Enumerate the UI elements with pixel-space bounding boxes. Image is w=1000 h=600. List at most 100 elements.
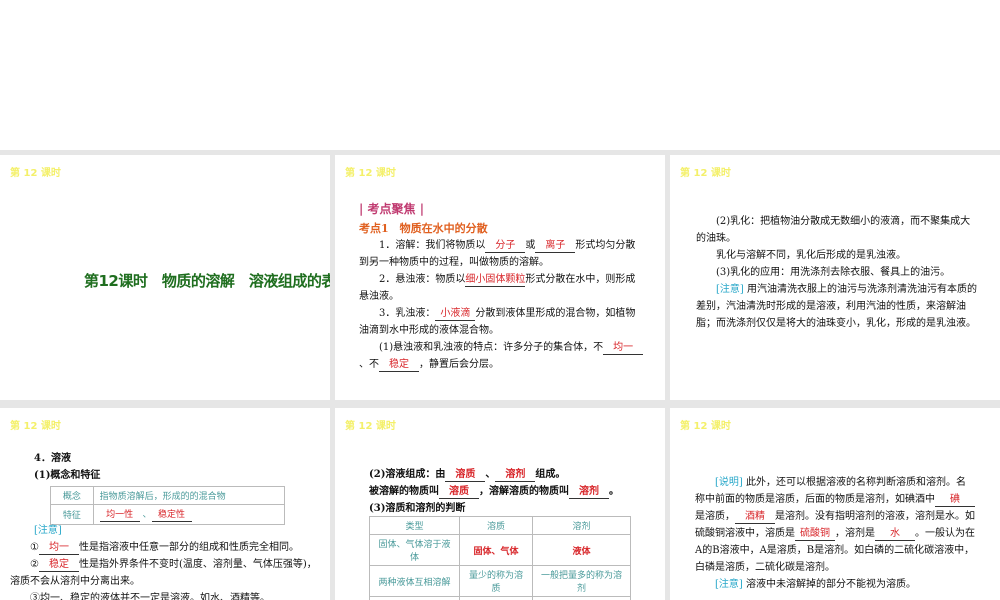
lesson-label: 第 12 课时 xyxy=(345,421,396,432)
paragraph: (2)乳化：把植物油分散成无数细小的液滴，而不聚集成大的油珠。 xyxy=(696,213,980,247)
table-cell: 指物质溶解后，形成的的混合物 xyxy=(92,486,286,505)
lesson-label: 第 12 课时 xyxy=(345,168,396,179)
table-header-row: 类型 溶质 溶剂 xyxy=(369,516,631,535)
answer-blank: 溶剂 xyxy=(569,486,609,499)
text-segment: 乳化与溶解不同，乳化后形成的是乳浊液。 xyxy=(716,250,906,261)
table-row: 概念 指物质溶解后，形成的的混合物 xyxy=(50,486,286,505)
table-header: 溶剂 xyxy=(532,516,631,535)
text-segment: 、不 xyxy=(359,359,379,370)
paragraph: (1)悬浊液和乳浊液的特点：许多分子的集合体，不 均一、不 稳定 ，静置后会分层。 xyxy=(359,339,645,373)
text-segment: 性是指溶液中任意一部分的组成和性质完全相同。 xyxy=(78,542,299,553)
concept-table: 概念 指物质溶解后，形成的的混合物 特征 均一性 、稳定性 xyxy=(50,486,286,525)
paragraphs: [说明] 此外，还可以根据溶液的名称判断溶质和溶剂。名称中前面的物质是溶质，后面… xyxy=(695,474,975,593)
text-segment: ，溶解溶质的物质叫 xyxy=(479,486,569,497)
table-cell: 水 xyxy=(532,596,631,600)
table-cell: 固体、气体溶于液体 xyxy=(369,534,460,566)
paragraph: ① 均一 性是指溶液中任意一部分的组成和性质完全相同。 xyxy=(10,539,322,556)
text-segment: ，静置后会分层。 xyxy=(419,359,499,370)
text-segment: (2)乳化：把植物油分散成无数细小的液滴，而不聚集成大的油珠。 xyxy=(696,216,971,244)
solute-solvent-table: 类型 溶质 溶剂 固体、气体溶于液体 固体、气体 液体 两种液体互相溶解 量少的称为溶质 一般把… xyxy=(369,516,631,600)
table-cell: 由水形成的溶液 xyxy=(369,596,460,600)
paragraph: ② 稳定 性是指外界条件不变时(温度、溶剂量、气体压强等)，溶质不会从溶剂中分离出来… xyxy=(10,556,322,590)
answer-blank: 酒精 xyxy=(735,511,775,524)
note-label: [说明] xyxy=(715,477,743,488)
text-segment: 1．溶解：我们将物质以 xyxy=(379,240,486,251)
answer-blank: 均一性 xyxy=(99,509,140,522)
slide-2[interactable]: 第 12 课时 | 考点聚焦 | 考点1 物质在水中的分散 1．溶解：我们将物质… xyxy=(335,155,665,400)
paragraph: 2．悬浊液：物质以细小固体颗粒形式分散在水中，则形成悬浊液。 xyxy=(359,271,645,305)
paragraph: ③均一、稳定的液体并不一定是溶液。如水、酒精等。 xyxy=(10,590,322,600)
table-row: 由水形成的溶液 水 xyxy=(369,596,631,600)
answer-blank: 均一 xyxy=(603,342,644,355)
slide-5[interactable]: 第 12 课时 (2)溶液组成：由 溶质、溶剂 组成。 被溶解的物质叫 溶质 ，溶解溶质的… xyxy=(335,408,665,600)
table-cell: 一般把量多的称为溶剂 xyxy=(532,565,631,597)
answer-blank: 溶质 xyxy=(445,469,486,482)
answer-blank: 均一 xyxy=(38,542,79,555)
answer-blank: 稳定 xyxy=(38,559,79,572)
table-cell: 两种液体互相溶解 xyxy=(369,565,460,597)
table-cell xyxy=(458,596,534,600)
text-segment: 。 xyxy=(609,486,619,497)
paragraph: (2)溶液组成：由 溶质、溶剂 组成。 xyxy=(369,466,645,483)
slide-3[interactable]: 第 12 课时 (2)乳化：把植物油分散成无数细小的液滴，而不聚集成大的油珠。乳… xyxy=(670,155,1000,400)
table-row: 固体、气体溶于液体 固体、气体 液体 xyxy=(369,534,631,566)
table-cell: 固体、气体 xyxy=(458,534,534,566)
text-segment: ③均一、稳定的液体并不一定是溶液。如水、酒精等。 xyxy=(30,593,270,600)
text-segment: 溶液中未溶解掉的部分不能视为溶质。 xyxy=(742,579,916,590)
answer-blank: 水 xyxy=(875,528,915,541)
text-segment: 或 xyxy=(525,240,536,251)
text-segment: 被溶解的物质叫 xyxy=(369,486,439,497)
sub-heading: (1)概念和特征 xyxy=(34,470,101,481)
paragraph: [注意] 用汽油清洗衣服上的油污与洗涤剂清洗油污有本质的差别，汽油清洗时形成的是… xyxy=(696,281,980,332)
text-segment: (3)溶质和溶剂的判断 xyxy=(369,503,466,514)
paragraphs: (2)乳化：把植物油分散成无数细小的液滴，而不聚集成大的油珠。乳化与溶解不同，乳… xyxy=(696,213,980,332)
text-segment: 组成。 xyxy=(535,469,566,480)
note-label: [注意] xyxy=(716,284,744,295)
top-blank-area xyxy=(0,0,1000,150)
text-segment: 是溶质， xyxy=(695,511,735,522)
text-segment: (3)乳化的应用：用洗涤剂去除衣服、餐具上的油污。 xyxy=(716,267,951,278)
paragraph: (3)溶质和溶剂的判断 xyxy=(369,500,645,517)
section-heading: | 考点聚焦 | xyxy=(359,202,425,216)
slide-1[interactable]: 第 12 课时 第12课时 物质的溶解 溶液组成的表示 xyxy=(0,155,330,400)
lesson-label: 第 12 课时 xyxy=(680,421,731,432)
lesson-label: 第 12 课时 xyxy=(680,168,731,179)
answer-blank: 离子 xyxy=(535,240,576,253)
table-cell: 量少的称为溶质 xyxy=(458,565,534,597)
topic-heading: 考点1 物质在水中的分散 xyxy=(359,222,488,235)
answer-blank: 硫酸铜 xyxy=(795,528,835,541)
paragraph: 被溶解的物质叫 溶质 ，溶解溶质的物质叫 溶剂。 xyxy=(369,483,645,500)
text-segment: (1)悬浊液和乳浊液的特点：许多分子的集合体，不 xyxy=(379,342,604,353)
text-segment: ① xyxy=(30,542,39,553)
answer-blank: 稳定 xyxy=(379,359,419,372)
text-segment: ，溶剂是 xyxy=(835,528,875,539)
paragraph: (3)乳化的应用：用洗涤剂去除衣服、餐具上的油污。 xyxy=(696,264,980,281)
table-row: 两种液体互相溶解 量少的称为溶质 一般把量多的称为溶剂 xyxy=(369,565,631,597)
table-header: 溶质 xyxy=(458,516,534,535)
text-segment: 、 xyxy=(485,469,496,480)
paragraphs: ① 均一 性是指溶液中任意一部分的组成和性质完全相同。 ② 稳定 性是指外界条件不变时(温… xyxy=(10,539,322,600)
answer-blank: 细小固体颗粒 xyxy=(465,274,526,287)
slide-6[interactable]: 第 12 课时 [说明] 此外，还可以根据溶液的名称判断溶质和溶剂。名称中前面的… xyxy=(670,408,1000,600)
answer-blank: 溶剂 xyxy=(495,469,536,482)
lesson-label: 第 12 课时 xyxy=(10,421,61,432)
table-header: 类型 xyxy=(369,516,460,535)
slide-title: 第12课时 物质的溶解 溶液组成的表示 xyxy=(84,272,330,290)
paragraph: [说明] 此外，还可以根据溶液的名称判断溶质和溶剂。名称中前面的物质是溶质，后面… xyxy=(695,474,975,576)
answer-blank: 分子 xyxy=(485,240,526,253)
text-segment: 3．乳浊液： xyxy=(379,308,436,319)
table-cell: 液体 xyxy=(532,534,631,566)
slide-4[interactable]: 第 12 课时 4．溶液 (1)概念和特征 概念 指物质溶解后，形成的的混合物 特… xyxy=(0,408,330,600)
text-segment: 2．悬浊液：物质以 xyxy=(379,274,466,285)
paragraph: [注意] 溶液中未溶解掉的部分不能视为溶质。 xyxy=(695,576,975,593)
answer-blank: 碘 xyxy=(935,494,975,507)
paragraph: 1．溶解：我们将物质以 分子或离子 形式均匀分散到另一种物质中的过程，叫做物质的溶解… xyxy=(359,237,645,271)
answer-blank: 稳定性 xyxy=(151,509,192,522)
paragraphs: 1．溶解：我们将物质以 分子或离子 形式均匀分散到另一种物质中的过程，叫做物质的溶解… xyxy=(359,237,645,373)
answer-blank: 溶质 xyxy=(439,486,479,499)
text-segment: (2)溶液组成：由 xyxy=(369,469,446,480)
lesson-label: 第 12 课时 xyxy=(10,168,61,179)
paragraph: 3．乳浊液： 小液滴 分散到液体里形成的混合物，如植物油滴到水中形成的液体混合物。 xyxy=(359,305,645,339)
note-label: [注意] xyxy=(715,579,743,590)
paragraph: 乳化与溶解不同，乳化后形成的是乳浊液。 xyxy=(696,247,980,264)
